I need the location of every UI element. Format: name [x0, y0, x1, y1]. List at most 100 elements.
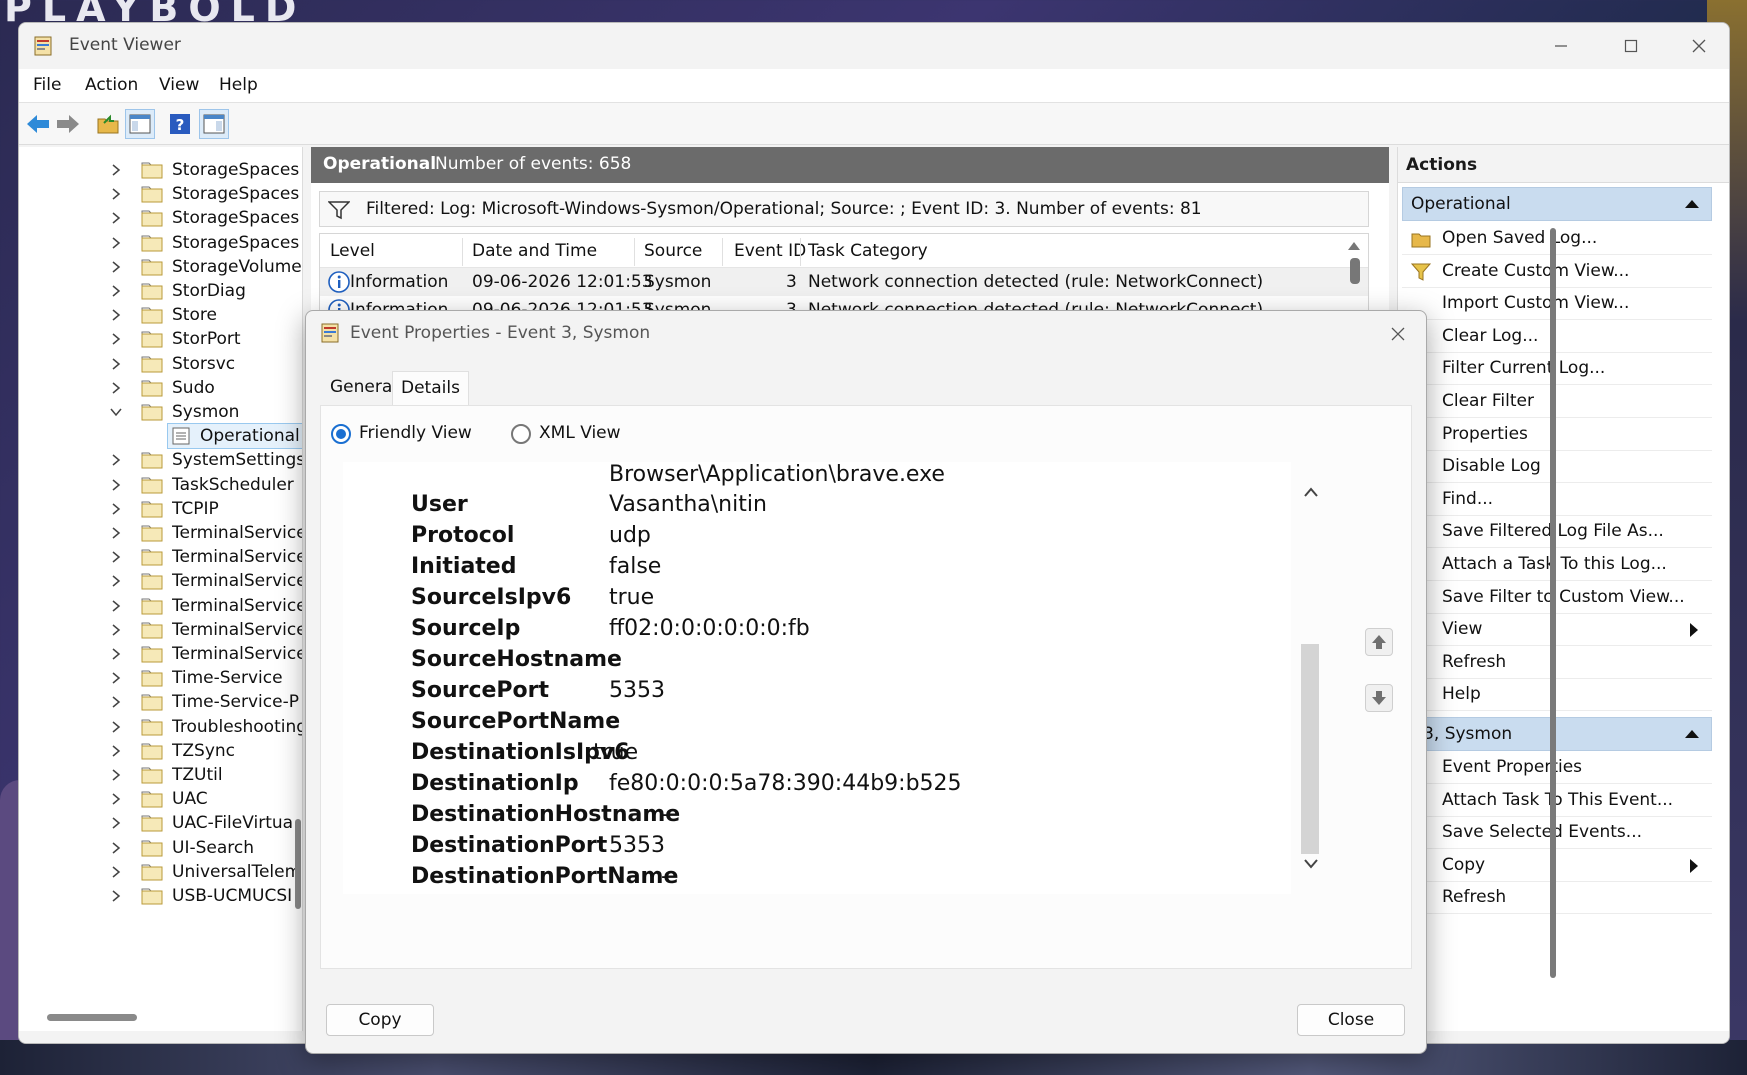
- tree-item[interactable]: SystemSettings: [19, 447, 302, 473]
- previous-event-button[interactable]: [1365, 628, 1393, 656]
- tree-item[interactable]: TCPIP: [19, 496, 302, 522]
- action-item[interactable]: Event Properties: [1402, 751, 1712, 784]
- menu-file[interactable]: File: [33, 75, 61, 95]
- menu-help[interactable]: Help: [219, 75, 258, 95]
- chevron-right-icon[interactable]: [109, 744, 123, 758]
- tree-item[interactable]: Storsvc: [19, 351, 302, 377]
- tree-item[interactable]: Troubleshooting: [19, 714, 302, 740]
- action-item[interactable]: Copy: [1402, 849, 1712, 882]
- copy-button[interactable]: Copy: [326, 1004, 434, 1036]
- chevron-right-icon[interactable]: [109, 574, 123, 588]
- console-tree-button[interactable]: [125, 109, 155, 139]
- chevron-right-icon[interactable]: [109, 865, 123, 879]
- action-item[interactable]: Attach a Task To this Log...: [1402, 548, 1712, 581]
- table-row[interactable]: Information 09-06-2026 12:01:53 Sysmon 3…: [320, 268, 1368, 296]
- friendly-view-radio[interactable]: [331, 424, 351, 444]
- tree-item[interactable]: TerminalServices: [19, 617, 302, 643]
- minimize-button[interactable]: [1531, 29, 1591, 63]
- chevron-right-icon[interactable]: [109, 381, 123, 395]
- tree-item[interactable]: TerminalServices: [19, 593, 302, 619]
- col-event-id[interactable]: Event ID: [734, 241, 806, 261]
- action-item[interactable]: Filter Current Log...: [1402, 352, 1712, 386]
- tab-details[interactable]: Details: [392, 371, 469, 405]
- actions-section-header[interactable]: Operational: [1402, 187, 1712, 221]
- action-item[interactable]: Create Custom View...: [1402, 255, 1712, 288]
- chevron-right-icon[interactable]: [109, 695, 123, 709]
- chevron-right-icon[interactable]: [109, 332, 123, 346]
- tree-item[interactable]: UniversalTelem: [19, 859, 302, 885]
- friendly-view-label[interactable]: Friendly View: [359, 423, 472, 443]
- tree-item[interactable]: StorageSpaces: [19, 157, 302, 183]
- action-pane-button[interactable]: [199, 109, 229, 139]
- chevron-right-icon[interactable]: [109, 308, 123, 322]
- tree-item[interactable]: TerminalServices: [19, 641, 302, 667]
- tree-item[interactable]: Store: [19, 302, 302, 328]
- tree-vertical-scrollbar[interactable]: [295, 819, 301, 909]
- forward-button[interactable]: [53, 109, 83, 139]
- tree-item[interactable]: UAC: [19, 786, 302, 812]
- tree-item[interactable]: StorageVolume: [19, 254, 302, 280]
- tree-item[interactable]: TerminalServices: [19, 544, 302, 570]
- chevron-right-icon[interactable]: [109, 357, 123, 371]
- collapse-up-icon[interactable]: [1685, 200, 1699, 208]
- chevron-right-icon[interactable]: [109, 889, 123, 903]
- help-button[interactable]: ?: [165, 109, 195, 139]
- chevron-right-icon[interactable]: [109, 478, 123, 492]
- action-item[interactable]: Properties: [1402, 418, 1712, 451]
- tree-item[interactable]: StorageSpaces: [19, 230, 302, 256]
- action-item[interactable]: Clear Filter: [1402, 385, 1712, 418]
- tree-item[interactable]: Sysmon: [19, 399, 302, 425]
- open-folder-button[interactable]: [93, 109, 123, 139]
- action-item[interactable]: Import Custom View...: [1402, 287, 1712, 321]
- close-window-button[interactable]: [1669, 29, 1729, 63]
- chevron-right-icon[interactable]: [109, 211, 123, 225]
- col-task-category[interactable]: Task Category: [808, 241, 928, 261]
- tree-item[interactable]: StorPort: [19, 326, 302, 352]
- chevron-right-icon[interactable]: [109, 647, 123, 661]
- chevron-right-icon[interactable]: [109, 260, 123, 274]
- tree-item[interactable]: Time-Service-P: [19, 689, 302, 715]
- tree-item[interactable]: Time-Service: [19, 665, 302, 691]
- actions-scrollbar[interactable]: [1550, 228, 1556, 978]
- chevron-right-icon[interactable]: [109, 816, 123, 830]
- close-button[interactable]: Close: [1297, 1004, 1405, 1036]
- back-button[interactable]: [23, 109, 53, 139]
- tree-item[interactable]: USB-UCMUCSI: [19, 883, 302, 909]
- tree-item[interactable]: TerminalServices: [19, 520, 302, 546]
- action-item[interactable]: Find...: [1402, 483, 1712, 516]
- next-event-button[interactable]: [1365, 684, 1393, 712]
- chevron-right-icon[interactable]: [109, 284, 123, 298]
- action-item[interactable]: Clear Log...: [1402, 320, 1712, 353]
- tree-item[interactable]: StorageSpaces: [19, 181, 302, 207]
- col-level[interactable]: Level: [330, 241, 375, 261]
- chevron-right-icon[interactable]: [109, 236, 123, 250]
- chevron-right-icon[interactable]: [109, 187, 123, 201]
- action-item[interactable]: Disable Log: [1402, 450, 1712, 484]
- tree-item[interactable]: StorDiag: [19, 278, 302, 304]
- menu-view[interactable]: View: [159, 75, 199, 95]
- tree-item[interactable]: TZUtil: [19, 762, 302, 788]
- grid-scroll-up[interactable]: [1348, 242, 1360, 250]
- chevron-down-icon[interactable]: [109, 405, 123, 419]
- chevron-right-icon[interactable]: [109, 768, 123, 782]
- action-item[interactable]: Save Selected Events...: [1402, 816, 1712, 850]
- chevron-right-icon[interactable]: [109, 792, 123, 806]
- tree-item[interactable]: Operational: [19, 423, 302, 450]
- chevron-right-icon[interactable]: [109, 671, 123, 685]
- tree-item[interactable]: TZSync: [19, 738, 302, 764]
- chevron-right-icon[interactable]: [109, 163, 123, 177]
- chevron-right-icon[interactable]: [109, 453, 123, 467]
- action-item[interactable]: View: [1402, 613, 1712, 647]
- col-date[interactable]: Date and Time: [472, 241, 597, 261]
- chevron-right-icon[interactable]: [109, 502, 123, 516]
- xml-view-radio[interactable]: [511, 424, 531, 444]
- tree-item[interactable]: Sudo: [19, 375, 302, 401]
- chevron-right-icon[interactable]: [109, 526, 123, 540]
- dialog-close-button[interactable]: [1376, 317, 1420, 351]
- tree-item[interactable]: UI-Search: [19, 835, 302, 861]
- chevron-right-icon[interactable]: [109, 841, 123, 855]
- grid-scroll-thumb[interactable]: [1350, 258, 1360, 284]
- chevron-right-icon[interactable]: [109, 623, 123, 637]
- chevron-right-icon[interactable]: [109, 599, 123, 613]
- chevron-up-icon[interactable]: [1303, 486, 1319, 498]
